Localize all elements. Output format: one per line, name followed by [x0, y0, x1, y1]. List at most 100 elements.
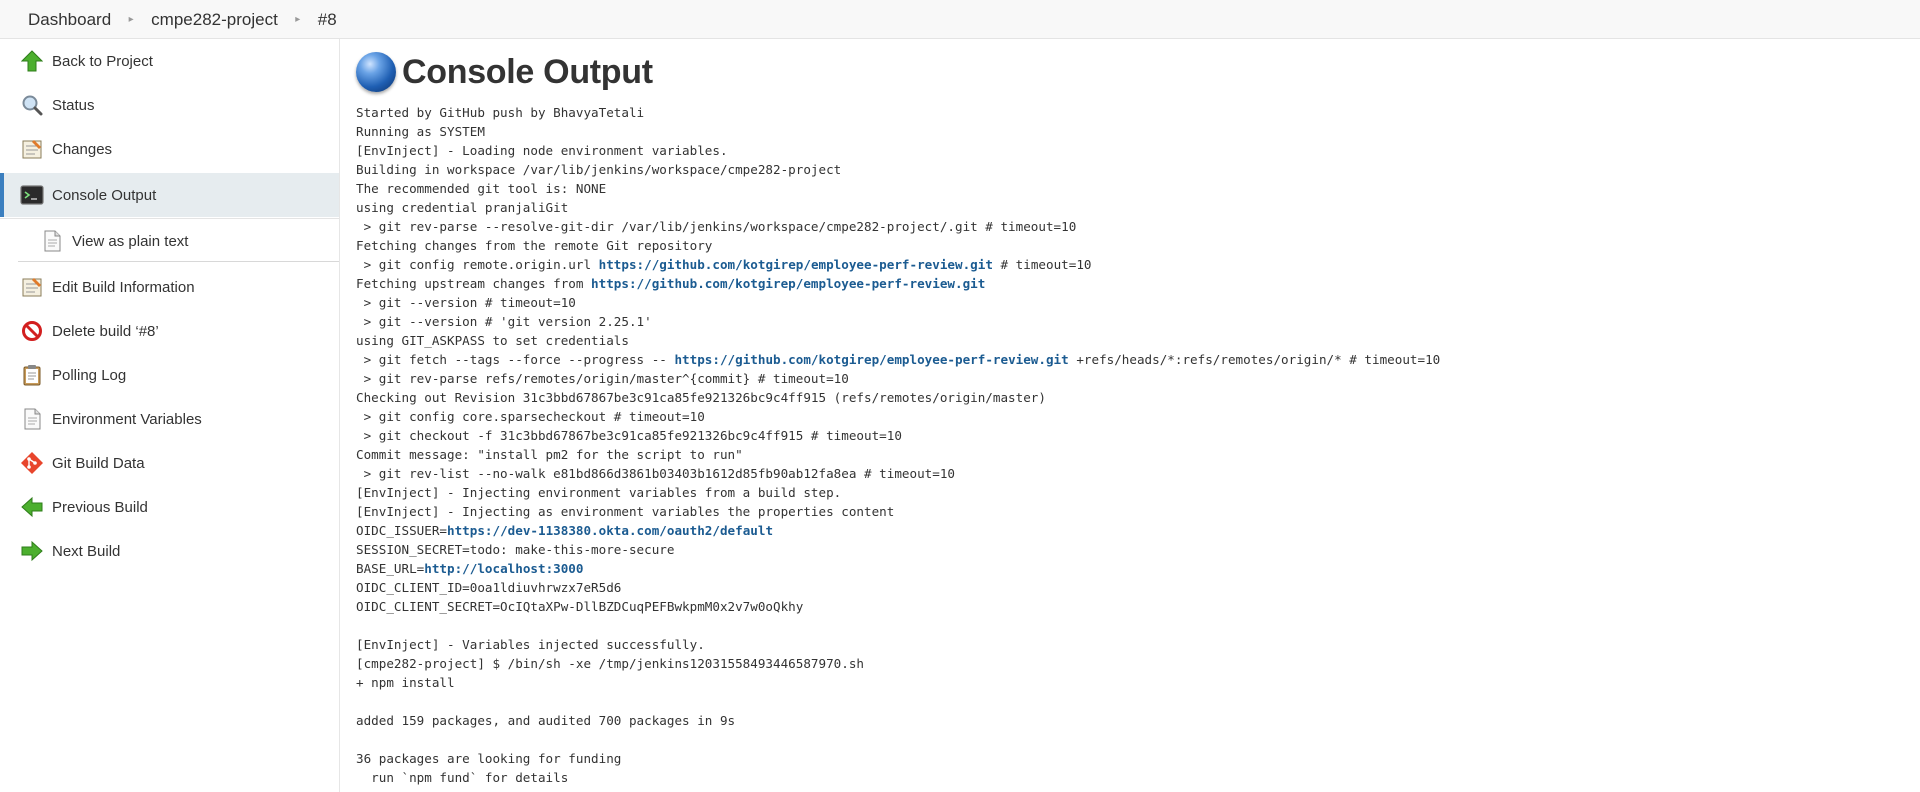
- console-text: 36 packages are looking for funding: [356, 751, 622, 766]
- console-line: Running as SYSTEM: [356, 122, 1896, 141]
- sidebar-item-label: View as plain text: [72, 232, 189, 250]
- sidebar-item-delete-build[interactable]: Delete build ‘#8’: [0, 309, 339, 353]
- divider: [18, 261, 339, 262]
- console-text: Commit message: "install pm2 for the scr…: [356, 447, 743, 462]
- sidebar-item-polling-log[interactable]: Polling Log: [0, 353, 339, 397]
- console-text: using credential pranjaliGit: [356, 200, 569, 215]
- console-line: Building in workspace /var/lib/jenkins/w…: [356, 160, 1896, 179]
- console-text: OIDC_CLIENT_ID=0oa1ldiuvhrwzx7eR5d6: [356, 580, 622, 595]
- sidebar: Back to Project Status Changes Console O…: [0, 39, 340, 792]
- sidebar-item-label: Back to Project: [52, 52, 153, 70]
- console-line: > git rev-parse refs/remotes/origin/mast…: [356, 369, 1896, 388]
- sidebar-item-back-to-project[interactable]: Back to Project: [0, 39, 339, 83]
- sidebar-item-git-build-data[interactable]: Git Build Data: [0, 441, 339, 485]
- console-text: [EnvInject] - Variables injected success…: [356, 637, 705, 652]
- console-text: BASE_URL=: [356, 561, 425, 576]
- console-output: Started by GitHub push by BhavyaTetali Ru…: [356, 103, 1896, 787]
- notepad-edit-icon: [20, 275, 44, 299]
- breadcrumb-build[interactable]: #8: [318, 0, 337, 39]
- sidebar-item-label: Edit Build Information: [52, 278, 195, 296]
- console-text: Checking out Revision 31c3bbd67867be3c91…: [356, 390, 1046, 405]
- console-text: Fetching changes from the remote Git rep…: [356, 238, 713, 253]
- sidebar-item-label: Environment Variables: [52, 410, 202, 428]
- main-panel: Console Output Started by GitHub push by…: [356, 39, 1906, 792]
- console-text: Fetching upstream changes from: [356, 276, 592, 291]
- console-line: run `npm fund` for details: [356, 768, 1896, 787]
- sidebar-item-next-build[interactable]: Next Build: [0, 529, 339, 573]
- console-text: [EnvInject] - Loading node environment v…: [356, 143, 728, 158]
- console-line: [EnvInject] - Variables injected success…: [356, 635, 1896, 654]
- console-line: using credential pranjaliGit: [356, 198, 1896, 217]
- console-link[interactable]: https://github.com/kotgirep/employee-per…: [591, 276, 985, 291]
- breadcrumb-dashboard[interactable]: Dashboard: [28, 0, 111, 39]
- console-line: Started by GitHub push by BhavyaTetali: [356, 103, 1896, 122]
- console-line: > git --version # timeout=10: [356, 293, 1896, 312]
- sidebar-item-label: Previous Build: [52, 498, 148, 516]
- clipboard-icon: [20, 363, 44, 387]
- page-title: Console Output: [402, 52, 653, 91]
- console-text: OIDC_CLIENT_SECRET=OcIQtaXPw-DllBZDCuqPE…: [356, 599, 804, 614]
- console-line: > git fetch --tags --force --progress --…: [356, 350, 1896, 369]
- console-text: Building in workspace /var/lib/jenkins/w…: [356, 162, 842, 177]
- console-text: # timeout=10: [992, 257, 1092, 272]
- sidebar-item-label: Next Build: [52, 542, 121, 560]
- console-text: using GIT_ASKPASS to set credentials: [356, 333, 629, 348]
- chevron-right-icon[interactable]: [111, 14, 151, 25]
- console-line: OIDC_CLIENT_SECRET=OcIQtaXPw-DllBZDCuqPE…: [356, 597, 1896, 616]
- console-line: + npm install: [356, 673, 1896, 692]
- sidebar-item-label: Git Build Data: [52, 454, 145, 472]
- console-line: [EnvInject] - Injecting environment vari…: [356, 483, 1896, 502]
- sidebar-item-status[interactable]: Status: [0, 83, 339, 127]
- console-line: using GIT_ASKPASS to set credentials: [356, 331, 1896, 350]
- globe-icon: [356, 52, 396, 92]
- console-text: Running as SYSTEM: [356, 124, 485, 139]
- console-line: > git rev-parse --resolve-git-dir /var/l…: [356, 217, 1896, 236]
- console-link[interactable]: https://dev-1138380.okta.com/oauth2/defa…: [447, 523, 773, 538]
- notepad-icon: [20, 137, 44, 161]
- sidebar-item-changes[interactable]: Changes: [0, 127, 339, 171]
- sidebar-item-label: Changes: [52, 140, 113, 158]
- sidebar-item-label: Delete build ‘#8’: [52, 322, 159, 340]
- sidebar-item-label: Console Output: [52, 186, 157, 204]
- console-line: Checking out Revision 31c3bbd67867be3c91…: [356, 388, 1896, 407]
- console-line: BASE_URL=http://localhost:3000: [356, 559, 1896, 578]
- console-line: OIDC_CLIENT_ID=0oa1ldiuvhrwzx7eR5d6: [356, 578, 1896, 597]
- console-link[interactable]: https://github.com/kotgirep/employee-per…: [599, 257, 993, 272]
- console-line: Fetching changes from the remote Git rep…: [356, 236, 1896, 255]
- sidebar-item-previous-build[interactable]: Previous Build: [0, 485, 339, 529]
- console-text: > git --version # timeout=10: [356, 295, 576, 310]
- terminal-icon: [20, 183, 44, 207]
- console-text: [EnvInject] - Injecting environment vari…: [356, 485, 842, 500]
- console-link[interactable]: https://github.com/kotgirep/employee-per…: [674, 352, 1068, 367]
- sidebar-item-edit-build-information[interactable]: Edit Build Information: [0, 265, 339, 309]
- console-line: Commit message: "install pm2 for the scr…: [356, 445, 1896, 464]
- console-link[interactable]: http://localhost:3000: [424, 561, 583, 576]
- sidebar-item-environment-variables[interactable]: Environment Variables: [0, 397, 339, 441]
- console-text: added 159 packages, and audited 700 pack…: [356, 713, 736, 728]
- sidebar-item-view-as-plain-text[interactable]: View as plain text: [0, 218, 339, 264]
- console-text: > git fetch --tags --force --progress --: [356, 352, 675, 367]
- no-entry-icon: [20, 319, 44, 343]
- console-line: > git rev-list --no-walk e81bd866d3861b0…: [356, 464, 1896, 483]
- page-header: Console Output: [356, 47, 653, 97]
- left-arrow-icon: [20, 495, 44, 519]
- magnifier-icon: [20, 93, 44, 117]
- console-line: Fetching upstream changes from https://g…: [356, 274, 1896, 293]
- console-text: +refs/heads/*:refs/remotes/origin/* # ti…: [1068, 352, 1441, 367]
- console-text: > git rev-parse refs/remotes/origin/mast…: [356, 371, 849, 386]
- console-line: > git checkout -f 31c3bbd67867be3c91ca85…: [356, 426, 1896, 445]
- console-line: > git config core.sparsecheckout # timeo…: [356, 407, 1896, 426]
- console-line: [cmpe282-project] $ /bin/sh -xe /tmp/jen…: [356, 654, 1896, 673]
- breadcrumb-project[interactable]: cmpe282-project: [151, 0, 278, 39]
- console-text: Started by GitHub push by BhavyaTetali: [356, 105, 645, 120]
- chevron-right-icon[interactable]: [278, 14, 318, 25]
- console-text: > git --version # 'git version 2.25.1': [356, 314, 652, 329]
- console-text: > git checkout -f 31c3bbd67867be3c91ca85…: [356, 428, 902, 443]
- sidebar-item-label: Status: [52, 96, 95, 114]
- console-line: added 159 packages, and audited 700 pack…: [356, 711, 1896, 730]
- sidebar-item-console-output[interactable]: Console Output: [0, 173, 339, 217]
- console-text: > git rev-list --no-walk e81bd866d3861b0…: [356, 466, 955, 481]
- console-text: SESSION_SECRET=todo: make-this-more-secu…: [356, 542, 675, 557]
